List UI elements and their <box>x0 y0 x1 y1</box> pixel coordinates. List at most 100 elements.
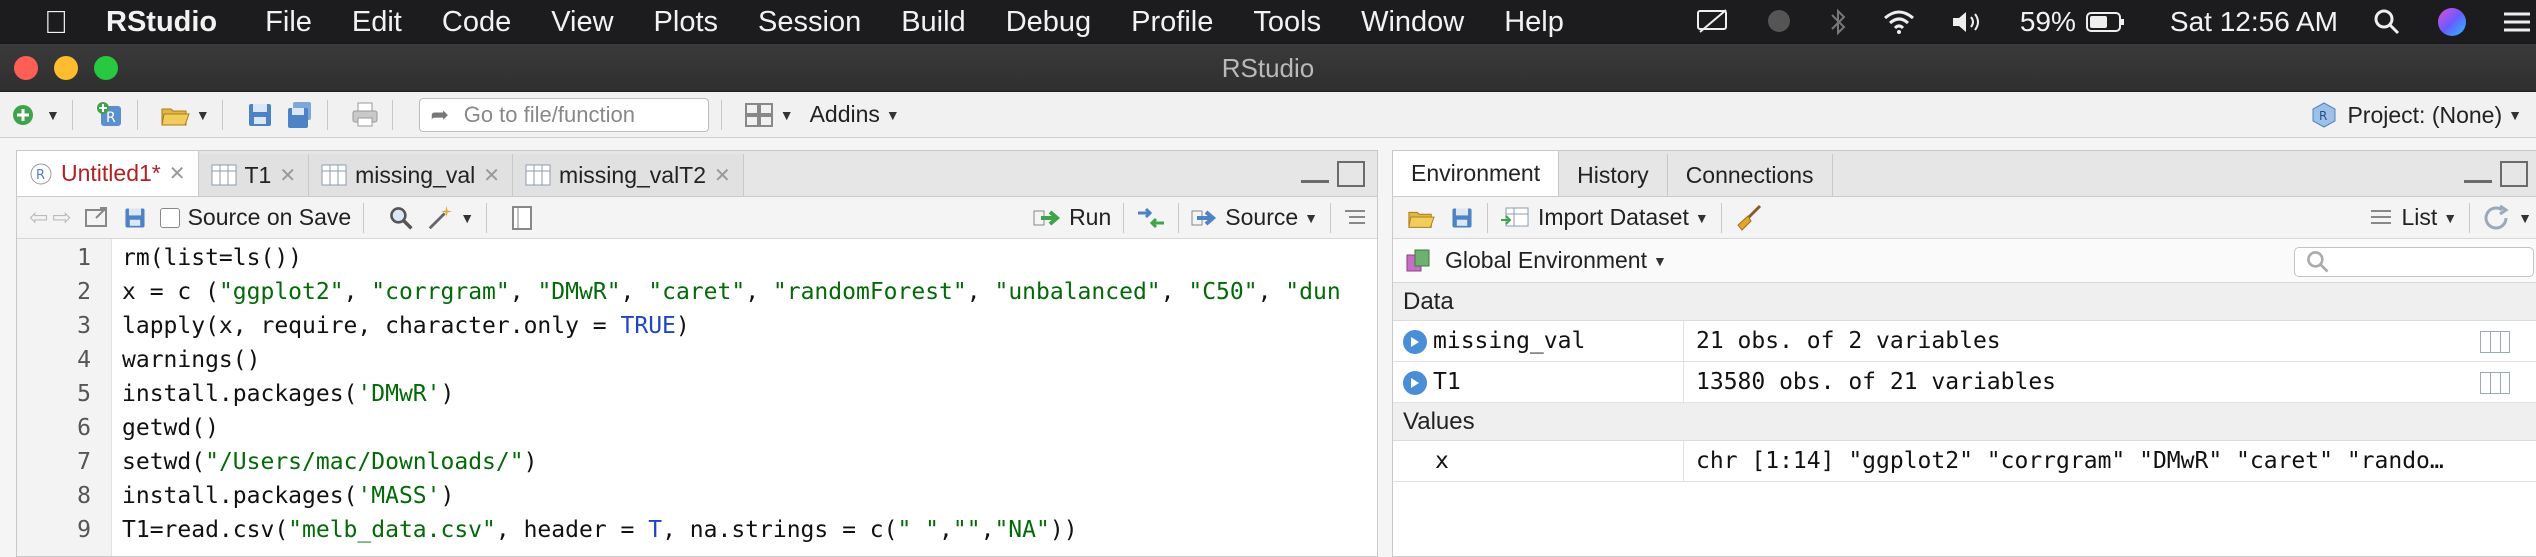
environment-scope-menu[interactable]: Global Environment ▼ <box>1405 247 1667 275</box>
run-button[interactable]: Run <box>1033 204 1111 231</box>
view-data-grid-icon[interactable] <box>2480 372 2510 394</box>
menu-help[interactable]: Help <box>1504 6 1564 39</box>
siri-orb-icon[interactable] <box>2436 6 2468 38</box>
toolbar-divider <box>326 99 328 130</box>
project-cube-icon: R <box>2312 102 2336 128</box>
data-section-header: Data <box>1393 283 2536 321</box>
save-icon <box>1452 207 1472 228</box>
save-all-button[interactable] <box>285 97 315 133</box>
tab-missing-val[interactable]: missing_val ✕ <box>309 154 514 196</box>
tab-t1[interactable]: T1 ✕ <box>198 154 310 196</box>
control-center-icon[interactable] <box>2502 9 2532 35</box>
go-to-file-input[interactable]: ➦ Go to file/function <box>418 97 709 132</box>
spotlight-search-icon[interactable] <box>2372 7 2402 37</box>
code-text: getwd() <box>122 415 219 441</box>
project-menu[interactable]: R Project: (None) ▼ <box>2309 92 2522 138</box>
addins-menu[interactable]: Addins ▼ <box>810 97 900 133</box>
close-tab-icon[interactable]: ✕ <box>169 161 186 186</box>
folder-open-icon <box>1408 211 1435 228</box>
bluetooth-icon[interactable] <box>1828 7 1848 37</box>
source-button[interactable]: Source ▼ <box>1191 204 1318 231</box>
code-tools-button[interactable]: ▼ <box>426 204 474 232</box>
line-number: 5 <box>77 381 91 407</box>
display-icon[interactable] <box>1696 8 1730 36</box>
maximize-pane-button[interactable] <box>2500 161 2528 187</box>
back-arrow-icon[interactable]: ⇦ <box>29 204 48 231</box>
code-text: warnings() <box>122 347 261 373</box>
clock[interactable]: Sat 12:56 AM <box>2170 6 2338 38</box>
view-data-grid-icon[interactable] <box>2480 331 2510 353</box>
menu-profile[interactable]: Profile <box>1131 6 1213 39</box>
save-workspace-button[interactable] <box>1449 205 1475 231</box>
close-tab-icon[interactable]: ✕ <box>483 163 500 188</box>
chevron-down-icon: ▼ <box>2508 107 2522 123</box>
find-replace-button[interactable] <box>388 205 414 231</box>
siri-icon[interactable] <box>1764 7 1794 37</box>
screen:  RStudio File Edit Code View Plots Sess… <box>0 0 2536 557</box>
line-number: 4 <box>77 347 91 373</box>
values-section-header: Values <box>1393 403 2536 441</box>
compile-report-icon[interactable] <box>511 205 533 231</box>
menu-code[interactable]: Code <box>442 6 511 39</box>
global-environment-icon <box>1406 249 1430 271</box>
menu-debug[interactable]: Debug <box>1006 6 1091 39</box>
volume-icon[interactable] <box>1950 8 1986 36</box>
wifi-icon[interactable] <box>1882 8 1916 36</box>
pane-layout-button[interactable]: ▼ <box>744 97 794 133</box>
view-mode-menu[interactable]: List ▼ <box>2369 204 2457 231</box>
menu-app-name[interactable]: RStudio <box>106 6 217 39</box>
new-file-button[interactable]: ▼ <box>10 97 60 133</box>
print-button[interactable] <box>350 97 380 133</box>
minimize-pane-button[interactable] <box>1301 175 1329 183</box>
env-row-t1[interactable]: T1 13580 obs. of 21 variables <box>1393 362 2536 403</box>
menu-build[interactable]: Build <box>901 6 966 39</box>
import-dataset-button[interactable]: Import Dataset ▼ <box>1500 204 1709 231</box>
close-tab-icon[interactable]: ✕ <box>714 163 731 188</box>
open-file-button[interactable]: ▼ <box>160 97 210 133</box>
environment-search-input[interactable] <box>2294 247 2534 277</box>
tab-environment[interactable]: Environment <box>1393 151 1560 196</box>
refresh-button[interactable]: ▼ <box>2482 204 2532 232</box>
chevron-down-icon: ▼ <box>46 106 60 123</box>
env-object-value: 13580 obs. of 21 variables <box>1683 362 2503 403</box>
project-label: Project: (None) <box>2347 101 2503 128</box>
save-file-button[interactable] <box>122 205 148 231</box>
document-outline-icon[interactable] <box>1343 207 1367 229</box>
tab-untitled1[interactable]: R Untitled1* ✕ <box>17 151 199 196</box>
battery-icon[interactable] <box>2085 10 2126 34</box>
clear-workspace-button[interactable] <box>1734 203 1764 233</box>
rerun-button[interactable] <box>1136 207 1166 229</box>
menu-view[interactable]: View <box>551 6 613 39</box>
apple-icon[interactable]:  <box>36 4 76 41</box>
source-arrow-icon <box>1191 209 1217 226</box>
new-project-icon: R <box>96 101 121 126</box>
tab-history[interactable]: History <box>1559 154 1668 196</box>
tab-missing-valt2[interactable]: missing_valT2 ✕ <box>513 154 744 196</box>
code-editor[interactable]: 1 rm(list=ls()) 2 x = c ("ggplot2", "corrgr… <box>17 239 1377 556</box>
expand-object-icon[interactable] <box>1403 370 1427 395</box>
save-icon <box>248 103 271 126</box>
checkbox-box[interactable] <box>159 207 180 228</box>
show-in-window-icon[interactable] <box>84 206 110 230</box>
new-project-button[interactable]: R <box>95 97 125 133</box>
menu-tools[interactable]: Tools <box>1253 6 1321 39</box>
save-button[interactable] <box>245 97 275 133</box>
menu-edit[interactable]: Edit <box>352 6 402 39</box>
line-number: 7 <box>77 449 91 475</box>
maximize-pane-button[interactable] <box>1337 161 1365 187</box>
menu-plots[interactable]: Plots <box>654 6 718 39</box>
expand-object-icon[interactable] <box>1403 329 1427 354</box>
tab-connections[interactable]: Connections <box>1668 154 1833 196</box>
menu-window[interactable]: Window <box>1361 6 1464 39</box>
env-object-name: T1 <box>1403 362 1461 403</box>
minimize-pane-button[interactable] <box>2464 175 2492 183</box>
menu-session[interactable]: Session <box>758 6 861 39</box>
forward-arrow-icon[interactable]: ⇨ <box>52 204 71 231</box>
env-row-missing-val[interactable]: missing_val 21 obs. of 2 variables <box>1393 321 2536 362</box>
env-row-x[interactable]: x chr [1:14] "ggplot2" "corrgram" "DMwR"… <box>1393 441 2536 482</box>
menubar-status-area: 59% Sat 12:56 AM <box>1696 0 2536 44</box>
load-workspace-button[interactable] <box>1405 204 1437 232</box>
close-tab-icon[interactable]: ✕ <box>279 163 296 188</box>
source-on-save-checkbox[interactable]: Source on Save <box>159 204 351 231</box>
menu-file[interactable]: File <box>265 6 312 39</box>
